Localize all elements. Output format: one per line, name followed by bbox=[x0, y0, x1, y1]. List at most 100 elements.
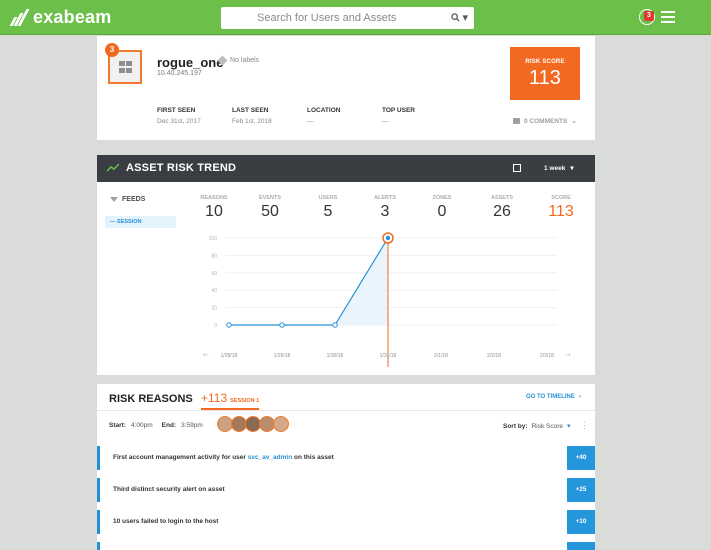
reason-row[interactable]: First account management activity for us… bbox=[97, 446, 595, 470]
y-tick-label: 60 bbox=[211, 271, 217, 277]
stat-value: 3 bbox=[380, 203, 390, 220]
risk-score-box: RISK SCORE 113 bbox=[510, 47, 580, 100]
session-label: SESSION bbox=[117, 219, 142, 225]
meta-value: — bbox=[382, 118, 389, 125]
reason-score bbox=[567, 542, 595, 550]
page: { "app": { "brand": "exabeam" }, "search… bbox=[0, 0, 711, 550]
sort-value: Risk Score bbox=[531, 422, 563, 430]
range-value: 1 week bbox=[544, 164, 566, 172]
trend-icon bbox=[107, 163, 119, 172]
chevron-down-icon: ▾ bbox=[570, 165, 574, 172]
avatar[interactable] bbox=[273, 416, 289, 432]
x-tick-label: 1/30/18 bbox=[327, 353, 344, 359]
brand-name: exabeam bbox=[33, 6, 112, 27]
end-label: End: bbox=[161, 422, 177, 429]
stat-alerts: ALERTS 3 bbox=[365, 195, 405, 221]
risk-score-value: 113 bbox=[529, 67, 561, 89]
labels-text: No labels bbox=[230, 57, 260, 64]
comment-icon bbox=[513, 118, 520, 124]
meta-label: LAST SEEN bbox=[232, 107, 269, 114]
reason-row[interactable]: 10 users failed to login to the host +10 bbox=[97, 510, 595, 534]
x-tick-label: 2/1/18 bbox=[434, 353, 448, 359]
stat-label: SCORE bbox=[551, 195, 571, 201]
risk-trend-chart: 0 20 40 60 80 100 1/28/18 1/29/18 1/30/18 1/31/18… bbox=[203, 232, 571, 367]
prev-arrow-icon[interactable]: ← bbox=[203, 351, 209, 359]
top-bar: exabeam ▾ 3 bbox=[0, 0, 711, 35]
session-name: SESSION 1 bbox=[230, 398, 260, 404]
end-value: 3:59pm bbox=[181, 422, 203, 429]
tag-icon bbox=[217, 55, 228, 66]
brand-logo[interactable]: exabeam bbox=[8, 6, 111, 28]
search-box: ▾ bbox=[221, 7, 474, 29]
stat-label: REASONS bbox=[200, 195, 228, 201]
search-input[interactable] bbox=[221, 7, 446, 29]
menu-icon[interactable] bbox=[661, 11, 675, 23]
stat-events: EVENTS 50 bbox=[250, 195, 290, 221]
x-tick-label: 1/31/18 bbox=[380, 353, 397, 359]
stat-assets: ASSETS 26 bbox=[482, 195, 522, 221]
y-tick-label: 20 bbox=[211, 306, 217, 312]
go-to-timeline-link[interactable]: GO TO TIMELINE › bbox=[526, 394, 581, 400]
stat-value: 0 bbox=[437, 203, 447, 220]
divider bbox=[97, 410, 595, 411]
data-point bbox=[279, 322, 285, 328]
meta-label: TOP USER bbox=[382, 107, 415, 114]
calendar-icon[interactable] bbox=[513, 164, 521, 172]
stat-label: ASSETS bbox=[490, 195, 513, 201]
trend-title: ASSET RISK TREND bbox=[126, 162, 237, 174]
data-point bbox=[332, 322, 338, 328]
session-score: +113 bbox=[201, 391, 228, 405]
reason-row[interactable] bbox=[97, 542, 595, 550]
range-select[interactable]: 1 week ▾ bbox=[544, 164, 574, 173]
next-arrow-icon[interactable]: → bbox=[565, 351, 571, 359]
reason-text: First account management activity for us… bbox=[113, 454, 334, 461]
comments-toggle[interactable]: 0 COMMENTS ⌄ bbox=[513, 117, 577, 125]
x-tick-label: 2/3/18 bbox=[540, 353, 554, 359]
stat-value: 113 bbox=[548, 203, 574, 220]
reason-score: +10 bbox=[567, 510, 595, 534]
sort-control[interactable]: Sort by: Risk Score ▾ bbox=[503, 422, 571, 431]
asset-name: rogue_one bbox=[157, 55, 224, 70]
stat-label: EVENTS bbox=[258, 195, 281, 201]
asset-summary-card: 3 rogue_one 10.40.245.197 No labels RISK… bbox=[97, 36, 595, 140]
session-feed-item[interactable]: — SESSION bbox=[105, 216, 176, 228]
asset-ip: 10.40.245.197 bbox=[157, 70, 202, 77]
x-tick-label: 1/29/18 bbox=[274, 353, 291, 359]
data-point bbox=[385, 235, 391, 241]
session-tab[interactable]: +113 SESSION 1 bbox=[201, 391, 260, 410]
stat-value: 5 bbox=[323, 203, 333, 220]
data-point bbox=[226, 322, 232, 328]
reason-score: +25 bbox=[567, 478, 595, 502]
reason-row[interactable]: Third distinct security alert on asset +… bbox=[97, 478, 595, 502]
asset-risk-trend-card: ASSET RISK TREND 1 week ▾ FEEDS — SESSIO… bbox=[97, 155, 595, 375]
chevron-down-icon: ⌄ bbox=[571, 118, 577, 125]
filter-icon bbox=[110, 197, 118, 202]
x-tick-label: 2/2/18 bbox=[487, 353, 501, 359]
logo-icon bbox=[8, 8, 30, 26]
risk-score-label: RISK SCORE bbox=[525, 59, 565, 65]
series-area bbox=[229, 238, 388, 325]
y-tick-label: 100 bbox=[209, 236, 218, 242]
user-link[interactable]: svc_av_admin bbox=[248, 454, 292, 461]
trend-header: ASSET RISK TREND 1 week ▾ bbox=[97, 155, 595, 182]
notifications-button[interactable]: 3 bbox=[639, 9, 655, 25]
reason-label: First account management activity for us… bbox=[113, 454, 246, 461]
asset-alert-badge: 3 bbox=[105, 43, 119, 57]
reason-text: 10 users failed to login to the host bbox=[113, 518, 219, 525]
location: LOCATION — bbox=[307, 107, 340, 125]
stat-label: ZONES bbox=[432, 195, 452, 201]
reasons-title: RISK REASONS bbox=[109, 393, 193, 405]
windows-icon bbox=[119, 61, 133, 74]
labels-control[interactable]: No labels bbox=[217, 55, 260, 66]
chevron-right-icon: › bbox=[578, 394, 581, 400]
meta-value: Dec 31st, 2017 bbox=[157, 118, 201, 125]
first-seen: FIRST SEEN Dec 31st, 2017 bbox=[157, 107, 201, 125]
start-label: Start: bbox=[109, 422, 126, 429]
y-tick-label: 40 bbox=[211, 288, 217, 294]
last-seen: LAST SEEN Feb 1st, 2018 bbox=[232, 107, 272, 125]
feeds-filter[interactable]: FEEDS bbox=[110, 196, 145, 203]
start-value: 4:00pm bbox=[130, 422, 153, 429]
stat-users: USERS 5 bbox=[308, 195, 348, 221]
more-options-icon[interactable]: ⋮ bbox=[580, 420, 589, 431]
search-options[interactable]: ▾ bbox=[451, 11, 468, 24]
